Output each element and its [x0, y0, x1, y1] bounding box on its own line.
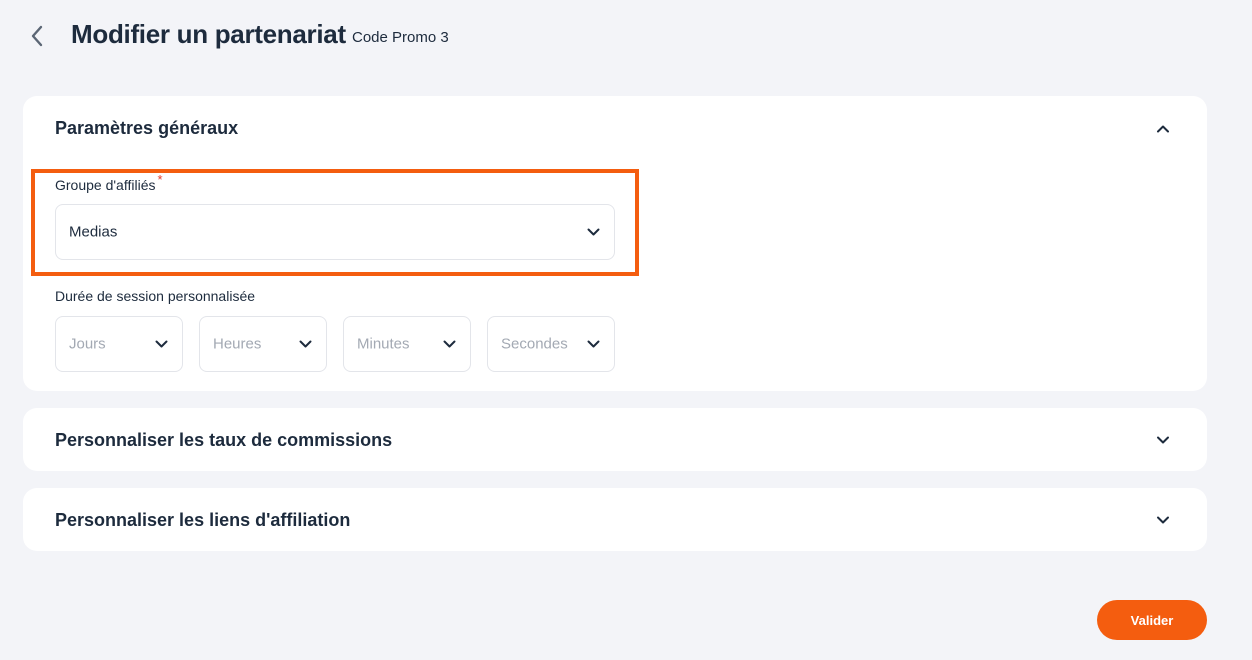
session-duration-label: Durée de session personnalisée — [55, 288, 256, 304]
page-subtitle: Code Promo 3 — [352, 29, 449, 46]
commissions-header[interactable]: Personnaliser les taux de commissions — [23, 408, 1207, 471]
chevron-down-icon — [586, 225, 600, 239]
chevron-up-icon[interactable] — [1155, 120, 1171, 136]
seconds-select[interactable]: Secondes — [487, 316, 615, 372]
affiliate-group-label: Groupe d'affiliés * — [55, 172, 163, 193]
affiliate-links-card: Personnaliser les liens d'affiliation — [23, 488, 1207, 551]
affiliate-group-select[interactable]: Medias — [55, 204, 615, 260]
chevron-down-icon — [154, 337, 168, 351]
chevron-down-icon — [442, 337, 456, 351]
page-header: Modifier un partenariat Code Promo 3 — [0, 0, 1252, 72]
minutes-select[interactable]: Minutes — [343, 316, 471, 372]
commissions-card: Personnaliser les taux de commissions — [23, 408, 1207, 471]
general-settings-title: Paramètres généraux — [55, 118, 239, 138]
hours-placeholder: Heures — [213, 335, 262, 353]
chevron-down-icon — [586, 337, 600, 351]
affiliate-links-title: Personnaliser les liens d'affiliation — [55, 510, 351, 530]
back-button[interactable] — [26, 24, 48, 48]
days-select[interactable]: Jours — [55, 316, 183, 372]
hours-select[interactable]: Heures — [199, 316, 327, 372]
affiliate-links-header[interactable]: Personnaliser les liens d'affiliation — [23, 488, 1207, 551]
chevron-down-icon — [298, 337, 312, 351]
general-settings-card: Paramètres généraux Groupe d'affiliés * M… — [23, 96, 1207, 391]
chevron-left-icon — [31, 25, 43, 47]
submit-button[interactable]: Valider — [1097, 600, 1207, 640]
days-placeholder: Jours — [69, 335, 106, 353]
general-settings-header[interactable]: Paramètres généraux — [23, 96, 1207, 159]
required-marker: * — [157, 172, 163, 187]
seconds-placeholder: Secondes — [501, 335, 568, 353]
affiliate-group-value: Medias — [69, 223, 118, 241]
commissions-title: Personnaliser les taux de commissions — [55, 430, 393, 450]
chevron-down-icon[interactable] — [1155, 512, 1171, 528]
affiliate-group-label-text: Groupe d'affiliés — [55, 177, 156, 193]
minutes-placeholder: Minutes — [357, 335, 410, 353]
page-title: Modifier un partenariat — [71, 19, 346, 49]
chevron-down-icon[interactable] — [1155, 432, 1171, 448]
